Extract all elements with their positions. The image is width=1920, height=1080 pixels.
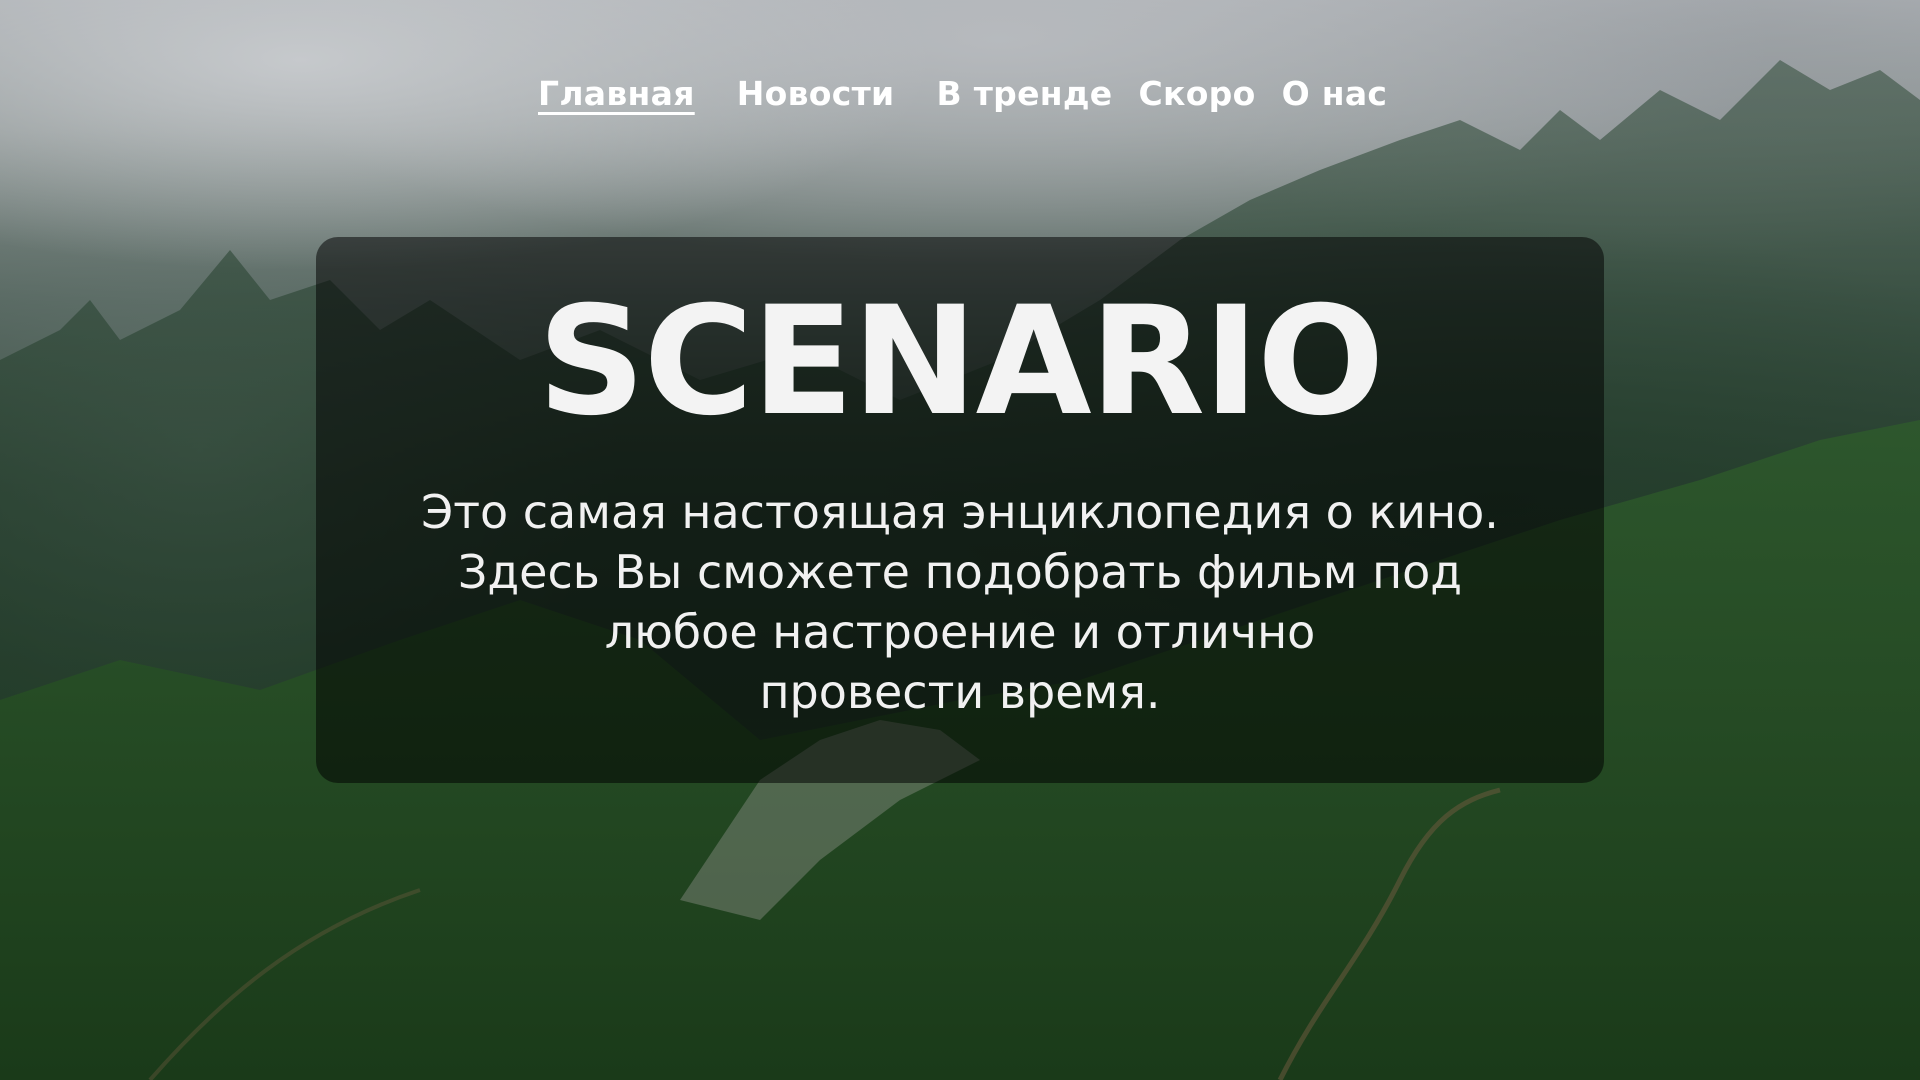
page: Главная Новости В тренде Скоро О нас SCE… — [0, 0, 1920, 1080]
nav-item-home[interactable]: Главная — [522, 72, 711, 116]
nav-item-coming-soon[interactable]: Скоро — [1123, 72, 1272, 116]
nav-item-news[interactable]: Новости — [721, 72, 911, 116]
nav-item-trending[interactable]: В тренде — [920, 72, 1128, 116]
hero-description-line: любое настроение и отлично — [604, 605, 1316, 659]
hero-description-line: провести время. — [759, 665, 1161, 719]
hero-description-line: Здесь Вы сможете подобрать фильм под — [457, 545, 1463, 599]
nav-item-about[interactable]: О нас — [1266, 72, 1404, 116]
hero-description: Это самая настоящая энциклопедия о кино.… — [360, 482, 1560, 722]
nav-links: Главная Новости В тренде Скоро О нас — [522, 72, 1403, 116]
site-title: SCENARIO — [537, 275, 1384, 449]
hero-description-line: Это самая настоящая энциклопедия о кино. — [421, 485, 1499, 539]
